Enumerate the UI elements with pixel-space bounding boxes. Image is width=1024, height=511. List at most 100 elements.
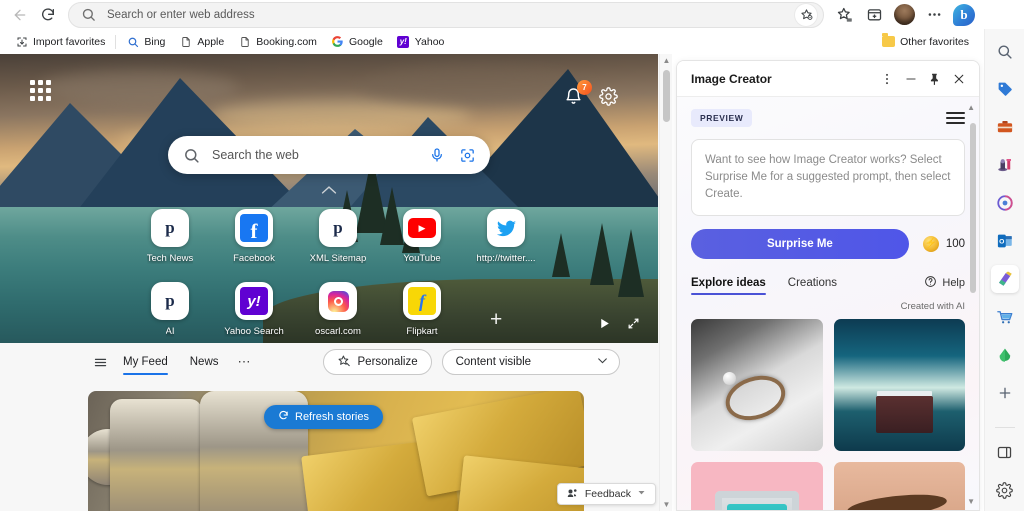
import-favorites-button[interactable]: Import favorites [8,33,112,50]
shopping-cart-icon[interactable] [991,303,1019,331]
boost-coin-icon: ⚡ [922,236,939,252]
facebook-icon: f [235,209,273,247]
search-icon[interactable] [991,37,1019,65]
snowy-cabin-image[interactable] [833,319,965,451]
divider [994,427,1015,428]
bookmark-yahoo[interactable]: y! Yahoo [390,33,452,50]
boost-credits-value: 100 [945,238,965,250]
toolbar-actions: b [830,1,978,29]
idea-gallery [691,319,965,510]
feed-more-tabs[interactable]: ⋯ [230,354,260,370]
hero-media-controls [598,317,640,335]
new-tab-page: Search the web 7 p Tech News f Facebook … [0,54,672,511]
retro-tv-image[interactable] [691,462,823,510]
shortcut-twitter[interactable]: http://twitter.... [464,209,548,264]
other-favorites-label: Other favorites [900,35,969,48]
add-shortcut-button[interactable]: + [490,309,502,330]
shopping-tag-icon[interactable] [991,75,1019,103]
preview-badge: PREVIEW [691,109,753,127]
games-icon[interactable] [991,151,1019,179]
page-icon [179,35,192,48]
close-icon[interactable] [947,67,971,91]
refresh-stories-button[interactable]: Refresh stories [264,405,383,429]
feedback-button[interactable]: Feedback [556,483,656,505]
app-launcher-grid[interactable] [30,80,51,101]
other-favorites-folder[interactable]: Other favorites [875,33,976,50]
flipkart-icon: f [403,282,441,320]
tab-explore-ideas[interactable]: Explore ideas [691,277,766,295]
shortcut-tech-news[interactable]: p Tech News [128,209,212,264]
content-visibility-select[interactable]: Content visible [441,349,620,375]
tab-news[interactable]: News [179,349,230,375]
sidebar-settings-gear-icon[interactable] [991,476,1019,504]
hamburger-menu-icon[interactable] [946,112,965,124]
shortcut-xml-sitemap[interactable]: p XML Sitemap [296,209,380,264]
shortcut-youtube[interactable]: ▶ YouTube [380,209,464,264]
tools-briefcase-icon[interactable] [991,113,1019,141]
microphone-icon[interactable] [428,146,446,164]
shortcut-oscarl[interactable]: oscarl.com [296,282,380,337]
feed-toolbar: My Feed News ⋯ Personalize Content visib… [0,343,672,381]
minimize-icon[interactable] [899,67,923,91]
image-creator-icon[interactable] [990,265,1019,293]
bookmark-booking[interactable]: Booking.com [231,33,324,50]
ai-attribution: Created with AI [900,301,965,312]
help-button[interactable]: Help [924,275,965,297]
page-settings-gear-icon[interactable] [599,87,618,111]
feed-menu-icon[interactable] [88,350,112,374]
shortcut-yahoo-search[interactable]: y! Yahoo Search [212,282,296,337]
shortcut-ai[interactable]: p AI [128,282,212,337]
web-search-box[interactable]: Search the web [168,136,490,174]
web-search-placeholder: Search the web [212,148,299,162]
content-visibility-value: Content visible [455,356,532,368]
divider [115,34,117,49]
favorites-star-icon[interactable] [830,1,858,29]
scroll-down-arrow[interactable]: ▼ [967,497,975,506]
profile-avatar[interactable] [890,1,918,29]
address-bar[interactable]: Search or enter web address [68,1,824,28]
shortcut-facebook[interactable]: f Facebook [212,209,296,264]
expand-icon[interactable] [627,317,640,335]
page-scrollbar[interactable]: ▲ ▼ [659,54,672,511]
yahoo-icon: y! [397,35,410,48]
tab-label: Creations [787,277,838,289]
scroll-down-arrow[interactable]: ▼ [660,498,673,511]
bookmark-bing[interactable]: Bing [119,33,172,50]
outlook-icon[interactable]: O [991,227,1019,255]
more-vertical-icon[interactable] [875,67,899,91]
eye-makeup-image[interactable] [833,462,965,510]
pin-icon[interactable] [923,67,947,91]
bookmark-apple[interactable]: Apple [172,33,231,50]
collections-icon[interactable] [860,1,888,29]
panel-scrollbar[interactable]: ▲ ▼ [967,103,976,506]
personalize-star-icon [337,354,351,371]
bookmark-google[interactable]: Google [324,33,390,50]
shortcut-tiles: p Tech News f Facebook p XML Sitemap ▶ Y… [0,209,658,343]
refresh-icon[interactable] [34,1,62,29]
shortcut-flipkart[interactable]: f Flipkart [380,282,464,337]
add-favorite-icon[interactable] [795,3,817,26]
back-arrow-icon[interactable] [6,1,34,29]
news-story-card[interactable]: Refresh stories [88,391,584,511]
drop-icon[interactable] [991,341,1019,369]
scroll-up-arrow[interactable]: ▲ [967,103,975,112]
sidebar-toggle-icon[interactable] [991,438,1019,466]
copilot-bing-icon[interactable]: b [950,1,978,29]
tab-my-feed[interactable]: My Feed [112,349,179,375]
surprise-me-button[interactable]: Surprise Me [691,229,909,259]
shortcut-label: Flipkart [406,326,438,337]
scroll-up-arrow[interactable]: ▲ [660,54,673,67]
personalize-button[interactable]: Personalize [322,349,432,375]
search-icon [81,7,97,23]
play-icon[interactable] [598,317,611,335]
microsoft-365-icon[interactable] [991,189,1019,217]
pearl-ring-image[interactable] [691,319,823,451]
import-icon [15,35,28,48]
tab-creations[interactable]: Creations [788,277,837,295]
visual-search-icon[interactable] [458,146,476,164]
more-options-ellipsis[interactable] [920,1,948,29]
notifications-button[interactable]: 7 [564,80,592,111]
add-sidebar-app-icon[interactable] [991,379,1019,407]
prompt-input[interactable]: Want to see how Image Creator works? Sel… [691,139,965,216]
chevron-up-icon[interactable] [320,182,338,200]
